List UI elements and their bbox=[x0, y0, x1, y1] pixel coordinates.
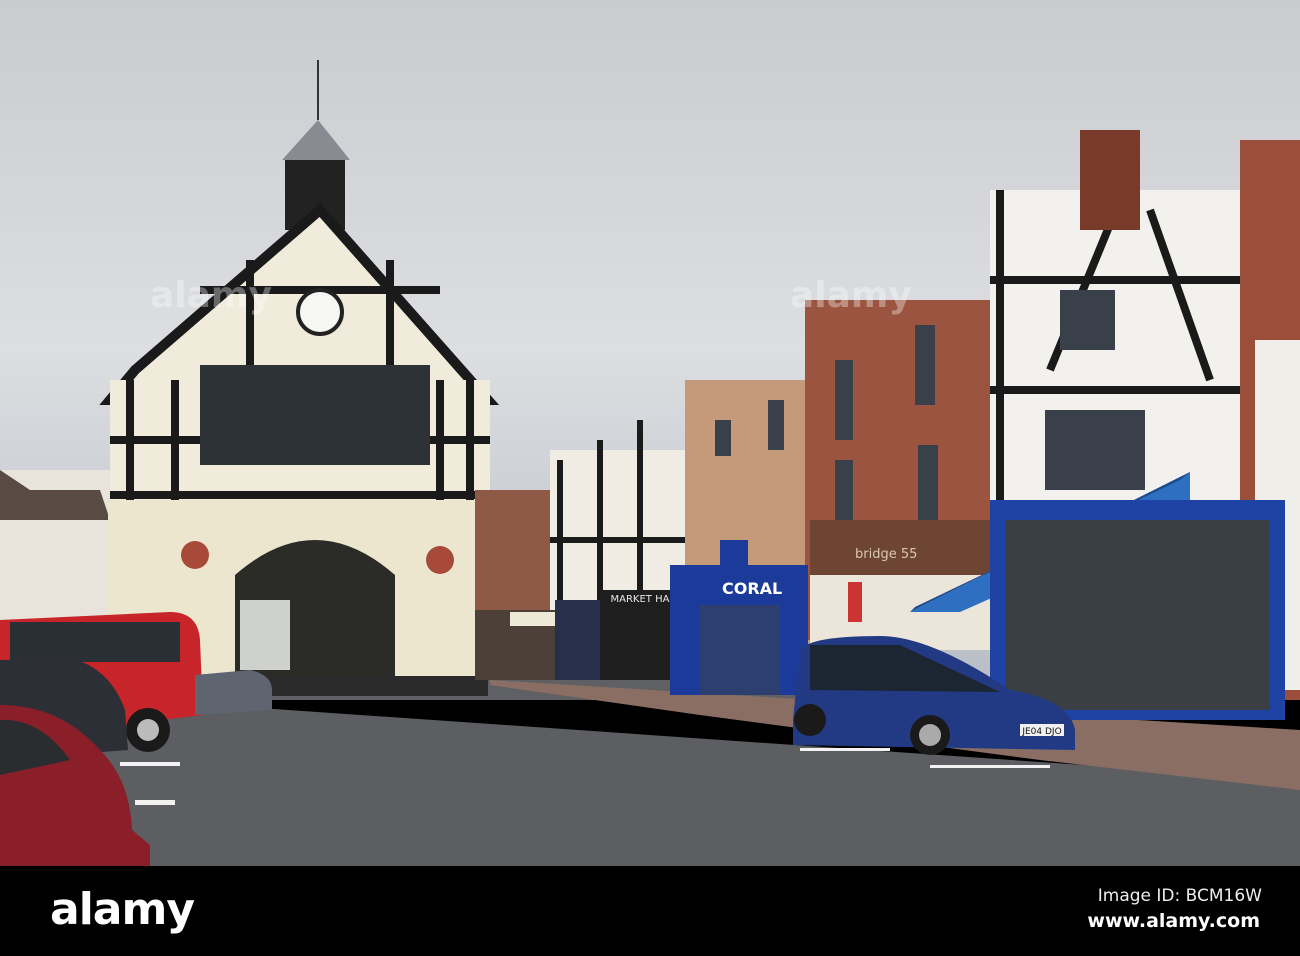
photo-street-scene: MARKET HA CORAL bridge 55 JE04 DJO alamy… bbox=[0, 0, 1300, 956]
license-plate: JE04 DJO bbox=[1021, 727, 1061, 737]
bridge55-sign: bridge 55 bbox=[855, 547, 917, 562]
image-id: Image ID: BCM16W bbox=[1097, 886, 1262, 906]
watermark-overlay-2: alamy bbox=[790, 275, 912, 316]
market-hall-sign: MARKET HA bbox=[611, 594, 670, 605]
photo: MARKET HA CORAL bridge 55 JE04 DJO bbox=[0, 0, 1300, 866]
watermark-bar: alamy Image ID: BCM16W www.alamy.com bbox=[0, 866, 1300, 956]
alamy-logo: alamy bbox=[50, 884, 195, 935]
alamy-url: www.alamy.com bbox=[1087, 910, 1260, 932]
watermark-overlay: alamy bbox=[150, 275, 272, 316]
clock bbox=[296, 288, 344, 336]
coral-sign: CORAL bbox=[722, 579, 782, 598]
